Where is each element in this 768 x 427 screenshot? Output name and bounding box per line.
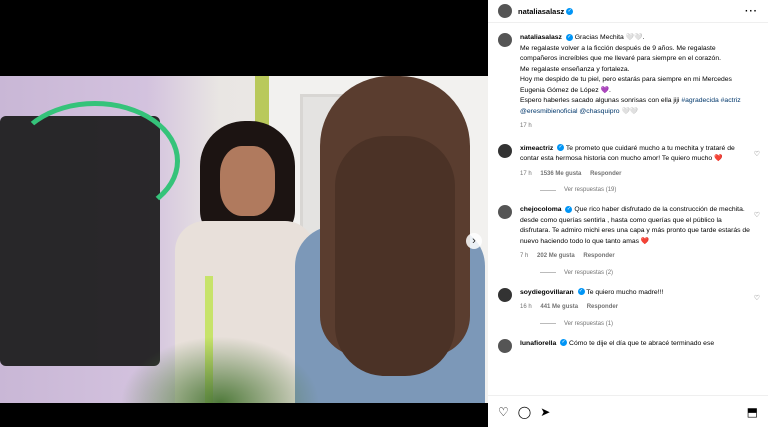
comment-text: Cómo te dije el día que te abracé termin…	[569, 339, 715, 347]
heart-icon[interactable]: ♡	[498, 405, 509, 419]
heart-icon[interactable]: ♡	[754, 294, 760, 302]
comment-meta: 17 h 1536 Me gusta Responder	[520, 169, 750, 180]
comment-likes[interactable]: 441 Me gusta	[540, 304, 578, 310]
verified-icon: ✓	[565, 33, 573, 41]
commenter-avatar[interactable]	[498, 205, 512, 219]
photo-woman-face	[220, 146, 275, 216]
reply-button[interactable]: Responder	[587, 304, 618, 310]
verified-icon: ✓	[560, 339, 568, 347]
caption-body: nataliasalasz ✓ Gracias Mechita 🤍🤍. Me r…	[520, 33, 750, 132]
caption-meta: 17 h	[520, 121, 750, 132]
verified-icon: ✓	[565, 205, 573, 213]
comment-body: lunafiorella ✓ Cómo te dije el día que t…	[520, 339, 750, 353]
caption-mentions[interactable]: @eresmibienoficial @chasquipro 🤍🤍	[520, 108, 638, 115]
photo-cable	[10, 101, 180, 221]
commenter-username[interactable]: chejocoloma	[520, 206, 562, 213]
comment-text: Te prometo que cuidaré mucho a tu mechit…	[520, 144, 735, 163]
author-username[interactable]: nataliasalasz	[518, 7, 564, 16]
caption-avatar[interactable]	[498, 33, 512, 47]
caption-line-1: Me regalaste volver a la ficción después…	[520, 44, 721, 63]
caption-username[interactable]: nataliasalasz	[520, 34, 562, 41]
view-replies[interactable]: Ver respuestas (19)	[540, 187, 768, 193]
comment-meta: 16 h 441 Me gusta Responder	[520, 302, 750, 313]
commenter-username[interactable]: lunafiorella	[520, 340, 556, 347]
heart-icon[interactable]: ♡	[754, 211, 760, 219]
comment-body: soydiegovillaran ✓ Te quiero mucho madre…	[520, 288, 750, 313]
caption: nataliasalasz ✓ Gracias Mechita 🤍🤍. Me r…	[488, 33, 768, 132]
commenter-username[interactable]: soydiegovillaran	[520, 289, 574, 296]
commenter-username[interactable]: ximeactriz	[520, 145, 553, 152]
reply-button[interactable]: Responder	[590, 171, 621, 177]
verified-icon: ✓	[557, 144, 565, 152]
save-icon[interactable]: ⬒	[747, 405, 758, 419]
comment-meta: 7 h 202 Me gusta Responder	[520, 251, 750, 262]
share-icon[interactable]: ➤	[540, 405, 550, 419]
more-icon[interactable]: ···	[745, 6, 758, 17]
commenter-avatar[interactable]	[498, 287, 512, 302]
caption-line-3: Hoy me despido de tu piel, pero estarás …	[520, 76, 732, 94]
heart-icon[interactable]: ♡	[754, 150, 760, 158]
comment-icon[interactable]: ◯	[518, 405, 531, 419]
author-avatar[interactable]	[498, 4, 512, 18]
comment-body: ximeactriz ✓ Te prometo que cuidaré much…	[520, 144, 750, 180]
comment-time: 17 h	[520, 170, 532, 177]
view-replies[interactable]: Ver respuestas (2)	[540, 270, 768, 276]
post-photo[interactable]	[0, 76, 488, 403]
next-arrow-icon[interactable]: ›	[466, 233, 482, 249]
comment-body: chejocoloma ✓ Que rico haber disfrutado …	[520, 205, 750, 262]
verified-icon: ✓	[577, 288, 585, 296]
comment-time: 16 h	[520, 304, 532, 310]
instagram-post-view: › nataliasalasz ✓ ··· nataliasalasz ✓ Gr…	[0, 0, 768, 427]
comments-scroll[interactable]: nataliasalasz ✓ Gracias Mechita 🤍🤍. Me r…	[488, 33, 768, 395]
caption-time: 17 h	[520, 123, 532, 129]
photo-girl-hair-shade	[335, 136, 455, 376]
caption-hashtags[interactable]: #agradecida #actriz	[681, 97, 740, 104]
post-media: ›	[0, 0, 488, 427]
caption-line-0: Gracias Mechita 🤍🤍.	[574, 34, 645, 41]
reply-button[interactable]: Responder	[583, 253, 614, 259]
post-panel: nataliasalasz ✓ ··· nataliasalasz ✓ Grac…	[488, 0, 768, 427]
commenter-avatar[interactable]	[498, 338, 512, 353]
comment-item: ximeactriz ✓ Te prometo que cuidaré much…	[488, 143, 768, 180]
comment-item: chejocoloma ✓ Que rico haber disfrutado …	[488, 205, 768, 262]
caption-line-4: Espero haberles sacado algunas sonrisas …	[520, 97, 680, 104]
action-bar: ♡ ◯ ➤ ⬒	[488, 395, 768, 427]
commenter-avatar[interactable]	[498, 143, 512, 158]
comment-likes[interactable]: 1536 Me gusta	[540, 171, 581, 177]
comment-item: soydiegovillaran ✓ Te quiero mucho madre…	[488, 287, 768, 313]
view-replies[interactable]: Ver respuestas (1)	[540, 321, 768, 327]
caption-line-2: Me regalaste enseñanza y fortaleza.	[520, 65, 630, 73]
comment-time: 7 h	[520, 253, 529, 259]
comment-text: Te quiero mucho madre!!!	[586, 288, 664, 296]
verified-icon: ✓	[566, 7, 574, 15]
photo-girl	[295, 76, 485, 403]
comment-item: lunafiorella ✓ Cómo te dije el día que t…	[488, 338, 768, 353]
photo-palm	[120, 336, 320, 403]
comment-likes[interactable]: 202 Me gusta	[537, 253, 575, 259]
post-header: nataliasalasz ✓ ···	[488, 0, 768, 23]
